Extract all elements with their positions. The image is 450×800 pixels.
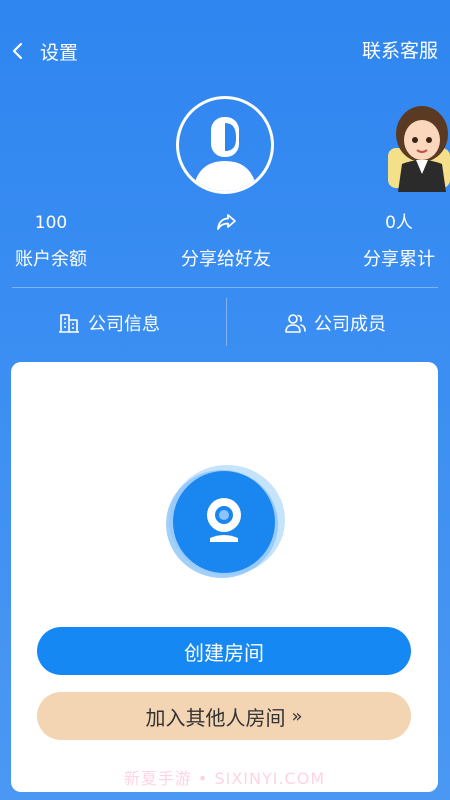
room-card: 创建房间 加入其他人房间 » 新夏手游 • SIXINYI.COM [11,362,438,792]
tab-company-info[interactable]: 公司信息 [58,306,160,340]
double-chevron-right-icon: » [291,705,303,727]
avatar[interactable] [176,96,274,194]
share-total-value: 0人 [385,213,413,233]
divider [226,298,227,346]
building-icon [59,314,79,333]
watermark: 新夏手游 • SIXINYI.COM [123,769,326,788]
share-total-label: 分享累计 [363,249,435,270]
support-mascot[interactable] [388,100,450,192]
webcam-icon [166,465,285,578]
top-bar: 设置 联系客服 [0,0,450,100]
back-label: 设置 [40,41,79,64]
share-to-friends-button[interactable]: 分享给好友 [170,210,282,271]
back-button[interactable]: 设置 [8,34,98,68]
share-total: 0人 分享累计 [356,210,442,271]
divider [12,287,438,288]
share-label: 分享给好友 [181,249,271,270]
tab-label: 公司信息 [88,314,160,335]
share-icon [217,214,236,230]
account-balance: 100 账户余额 [8,210,94,271]
create-room-button[interactable]: 创建房间 [37,627,411,675]
chevron-left-icon [12,42,23,60]
join-room-button[interactable]: 加入其他人房间 » [37,692,411,740]
balance-label: 账户余额 [15,249,87,270]
tab-label: 公司成员 [314,314,386,335]
members-icon [285,314,306,333]
user-silhouette-icon [193,117,257,191]
camera-illustration [164,462,286,582]
contact-support-button[interactable]: 联系客服 [362,36,438,63]
balance-value: 100 [34,213,68,233]
join-room-label: 加入其他人房间 [145,705,286,730]
mascot-illustration [388,106,450,192]
tab-company-members[interactable]: 公司成员 [284,306,386,340]
